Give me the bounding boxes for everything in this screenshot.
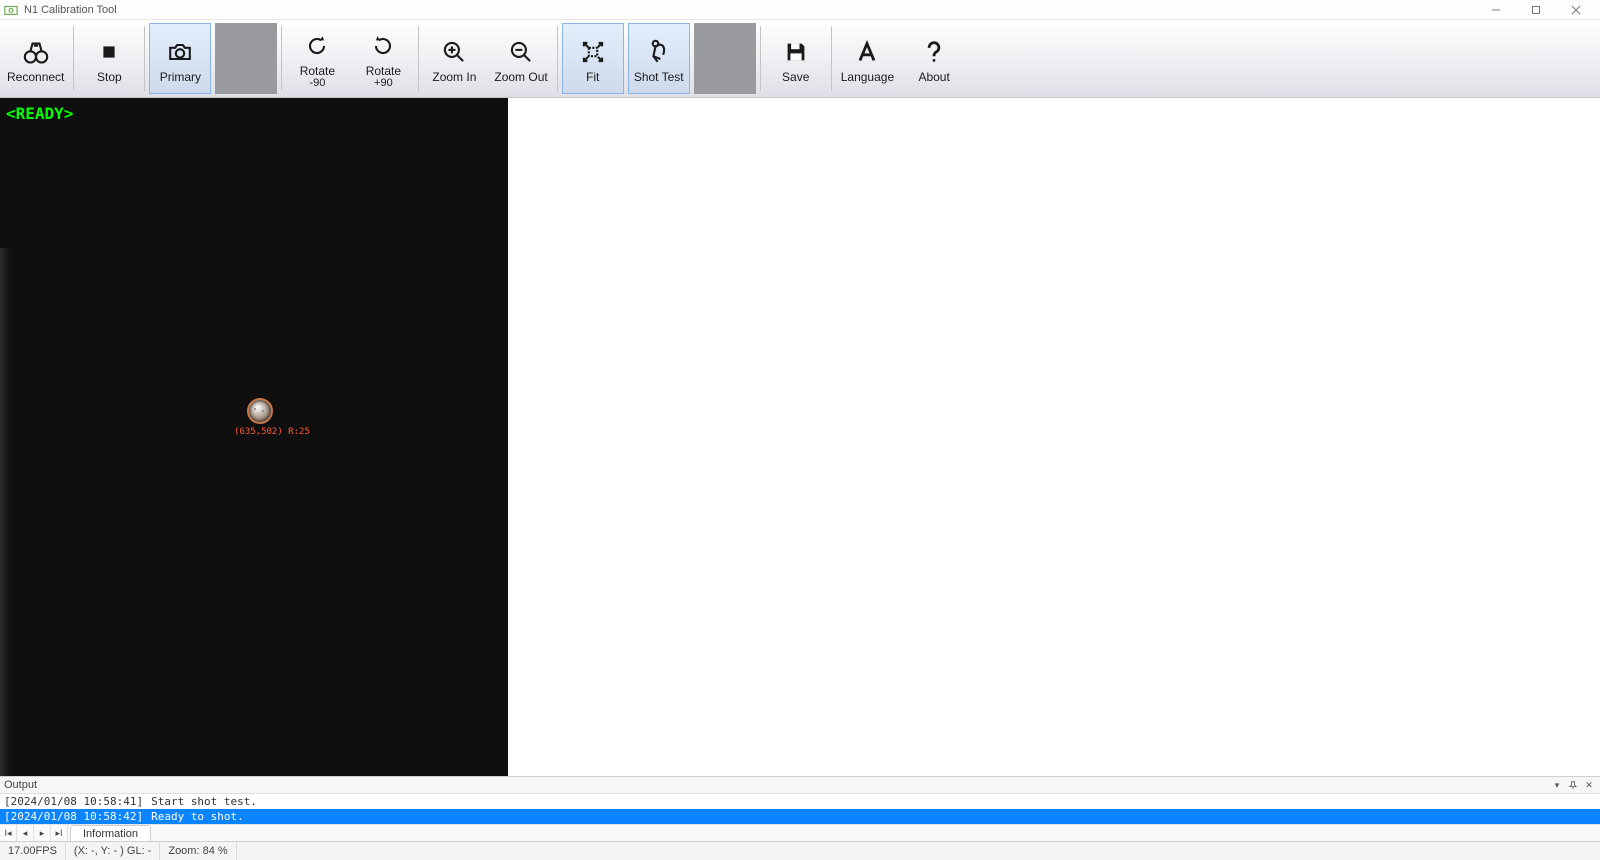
zoom-in-button[interactable]: Zoom In	[423, 23, 485, 94]
panel-close-icon[interactable]: ✕	[1582, 779, 1596, 791]
status-fps: 17.00FPS	[0, 842, 66, 860]
rotate-neg90-sublabel: -90	[309, 78, 325, 89]
log-message: Ready to shot.	[151, 810, 244, 823]
separator	[760, 26, 761, 91]
separator	[144, 26, 145, 91]
separator	[557, 26, 558, 91]
primary-label: Primary	[160, 71, 201, 83]
tab-information[interactable]: Information	[70, 825, 151, 841]
log-prev-icon[interactable]: ◂	[17, 825, 34, 841]
binoculars-icon	[22, 37, 50, 67]
window-minimize[interactable]	[1476, 0, 1516, 20]
stop-button[interactable]: Stop	[78, 23, 140, 94]
zoom-out-label: Zoom Out	[494, 71, 547, 83]
primary-button[interactable]: Primary	[149, 23, 211, 94]
reconnect-label: Reconnect	[7, 71, 64, 83]
zoom-out-button[interactable]: Zoom Out	[489, 23, 552, 94]
placeholder-button-2	[694, 23, 756, 94]
status-zoom: Zoom: 84 %	[160, 842, 236, 860]
language-label: Language	[841, 71, 894, 83]
window-close[interactable]	[1556, 0, 1596, 20]
rotate-neg90-label: Rotate	[300, 65, 335, 77]
rotate-cw-icon	[369, 31, 397, 61]
statusbar: 17.00FPS (X: -, Y: - ) GL: - Zoom: 84 %	[0, 841, 1600, 860]
zoom-in-icon	[440, 37, 468, 67]
rotate-pos90-sublabel: +90	[374, 78, 393, 89]
shot-test-label: Shot Test	[634, 71, 684, 83]
app-icon	[4, 3, 18, 17]
log-last-icon[interactable]: ▸I	[51, 825, 68, 841]
log-next-icon[interactable]: ▸	[34, 825, 51, 841]
golf-swing-icon	[645, 37, 673, 67]
fit-button[interactable]: Fit	[562, 23, 624, 94]
about-label: About	[918, 71, 949, 83]
separator	[73, 26, 74, 91]
camera-edge	[0, 248, 14, 776]
output-header[interactable]: Output ▾ ✕	[0, 777, 1600, 794]
ready-status: <READY>	[6, 104, 73, 123]
reconnect-button[interactable]: Reconnect	[2, 23, 69, 94]
shot-test-button[interactable]: Shot Test	[628, 23, 690, 94]
language-button[interactable]: Language	[836, 23, 899, 94]
ball-annotation: (635,502) R:25	[234, 427, 310, 437]
log-row[interactable]: [2024/01/08 10:58:41] Start shot test.	[0, 794, 1600, 809]
letter-a-icon	[853, 37, 881, 67]
save-icon	[782, 37, 810, 67]
window-title: N1 Calibration Tool	[24, 4, 117, 16]
camera-view[interactable]: <READY> (635,502) R:25	[0, 98, 508, 776]
titlebar: N1 Calibration Tool	[0, 0, 1600, 20]
save-button[interactable]: Save	[765, 23, 827, 94]
panel-menu-icon[interactable]: ▾	[1550, 779, 1564, 791]
log-message: Start shot test.	[151, 795, 257, 808]
rotate-pos90-button[interactable]: Rotate +90	[352, 23, 414, 94]
placeholder-button-1	[215, 23, 277, 94]
content-area: <READY> (635,502) R:25	[0, 98, 1600, 776]
detected-ball-marker	[247, 398, 273, 424]
stop-icon	[95, 37, 123, 67]
output-log[interactable]: [2024/01/08 10:58:41] Start shot test. [2…	[0, 794, 1600, 824]
zoom-out-icon	[507, 37, 535, 67]
secondary-view	[508, 98, 1600, 776]
separator	[831, 26, 832, 91]
log-timestamp: [2024/01/08 10:58:42]	[4, 810, 143, 823]
zoom-in-label: Zoom In	[432, 71, 476, 83]
rotate-pos90-label: Rotate	[366, 65, 401, 77]
camera-icon	[166, 37, 194, 67]
about-button[interactable]: About	[903, 23, 965, 94]
separator	[281, 26, 282, 91]
rotate-ccw-icon	[303, 31, 331, 61]
fit-label: Fit	[586, 71, 599, 83]
toolbar: Reconnect Stop Primary Rotate -90	[0, 20, 1600, 98]
question-icon	[920, 37, 948, 67]
log-timestamp: [2024/01/08 10:58:41]	[4, 795, 143, 808]
save-label: Save	[782, 71, 809, 83]
fit-icon	[579, 37, 607, 67]
log-navbar: I◂ ◂ ▸ ▸I Information	[0, 824, 1600, 841]
window-maximize[interactable]	[1516, 0, 1556, 20]
separator	[418, 26, 419, 91]
tab-label: Information	[83, 828, 138, 840]
rotate-neg90-button[interactable]: Rotate -90	[286, 23, 348, 94]
log-row[interactable]: [2024/01/08 10:58:42] Ready to shot.	[0, 809, 1600, 824]
status-coord: (X: -, Y: - ) GL: -	[66, 842, 160, 860]
stop-label: Stop	[97, 71, 122, 83]
log-first-icon[interactable]: I◂	[0, 825, 17, 841]
panel-pin-icon[interactable]	[1566, 779, 1580, 791]
output-title: Output	[4, 779, 37, 791]
output-panel: Output ▾ ✕ [2024/01/08 10:58:41] Start sh…	[0, 776, 1600, 841]
